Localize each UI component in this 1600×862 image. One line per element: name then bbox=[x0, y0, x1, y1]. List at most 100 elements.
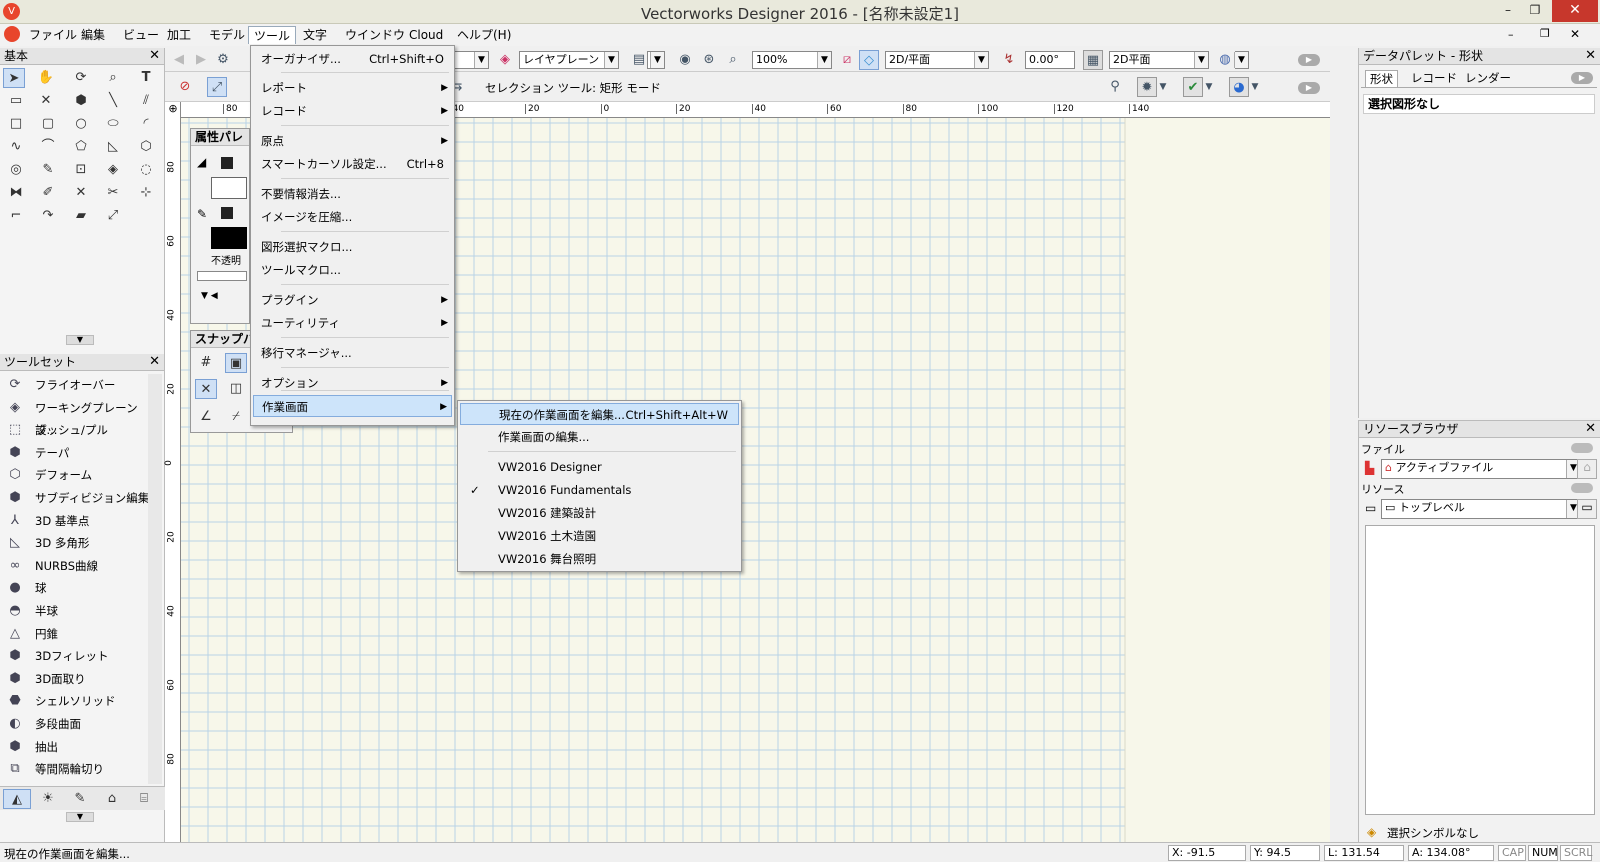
toolset-item[interactable]: ⬡ デフォーム bbox=[2, 464, 150, 486]
toolset-item[interactable]: ⬢ 抽出 bbox=[2, 736, 150, 758]
line-tool-icon[interactable]: ╲ bbox=[102, 91, 124, 111]
trim-tool-icon[interactable]: ✕ bbox=[70, 183, 92, 203]
polygon-tool-icon[interactable]: ⬠ bbox=[70, 137, 92, 157]
toolset-item[interactable]: ⬢ 3Dフィレット bbox=[2, 645, 150, 667]
globe-dropdown-icon[interactable]: ▼ bbox=[1249, 77, 1261, 97]
close-icon[interactable]: ✕ bbox=[1585, 48, 1596, 64]
tools-menu-item[interactable]: ツールマクロ... bbox=[253, 259, 452, 281]
workspace-menu-item[interactable]: VW2016 舞台照明 bbox=[460, 548, 739, 570]
workspace-menu-item[interactable]: VW2016 建築設計 bbox=[460, 502, 739, 524]
folder-up-button[interactable]: ▭ bbox=[1577, 499, 1597, 519]
render-combo[interactable]: 2D平面 ▼ bbox=[1109, 51, 1209, 69]
toolset-item[interactable]: ⟳ フライオーバー bbox=[2, 374, 150, 396]
flyover-tool-icon[interactable]: ⟳ bbox=[70, 68, 92, 88]
tools-menu-item[interactable]: 移行マネージャ... bbox=[253, 342, 452, 364]
data-palette-menu-button[interactable]: ▶ bbox=[1571, 72, 1593, 84]
snap-tangent-icon[interactable]: ⌿ bbox=[225, 407, 247, 427]
toolset-item[interactable]: ⬢ テーパ bbox=[2, 442, 150, 464]
menu-window[interactable]: ウインドウ bbox=[340, 26, 410, 44]
eraser-tool-icon[interactable]: ▰ bbox=[70, 206, 92, 226]
toolset-item[interactable]: ⅄ 3D 基準点 bbox=[2, 510, 150, 532]
working-plane-icon[interactable]: ◈ bbox=[495, 50, 515, 70]
minimize-button[interactable]: – bbox=[1495, 1, 1521, 21]
globe-icon[interactable]: ◕ bbox=[1229, 77, 1249, 97]
hexagon-tool-icon[interactable]: ⬡ bbox=[135, 137, 157, 157]
close-button[interactable]: ✕ bbox=[1552, 0, 1598, 22]
callout-tool-icon[interactable]: ▭ bbox=[5, 91, 27, 111]
attribute-tool-icon[interactable]: ◈ bbox=[102, 160, 124, 180]
projection-icon[interactable]: ◍ bbox=[1215, 50, 1235, 70]
menu-cloud[interactable]: Cloud bbox=[404, 26, 448, 44]
circle-tool-icon[interactable]: ○ bbox=[70, 114, 92, 134]
layer-plane-combo[interactable]: レイヤプレーン ▼ bbox=[519, 51, 619, 69]
snap-intersection-icon[interactable]: ✕ bbox=[195, 379, 217, 399]
resource-list[interactable] bbox=[1365, 525, 1595, 815]
workspace-menu-item[interactable]: 現在の作業画面を編集... Ctrl+Shift+Alt+W bbox=[460, 403, 739, 425]
home-button[interactable]: ⌂ bbox=[1577, 459, 1597, 479]
magic-wand-icon[interactable]: ⚲ bbox=[1105, 77, 1125, 97]
workspace-menu-item[interactable]: 作業画面の編集... bbox=[460, 426, 739, 448]
tools-menu-item[interactable]: イメージを圧縮... bbox=[253, 206, 452, 228]
close-icon[interactable]: ✕ bbox=[1585, 421, 1596, 437]
menu-help[interactable]: ヘルプ(H) bbox=[452, 26, 516, 44]
tab-render[interactable]: レンダー bbox=[1465, 70, 1511, 86]
selection-tool-icon[interactable]: ➤ bbox=[3, 68, 25, 88]
toolset-scrollbar[interactable] bbox=[148, 374, 162, 784]
settings-gear-icon[interactable]: ✹ bbox=[1137, 77, 1157, 97]
expand-palette-button[interactable]: ▼ bbox=[66, 335, 94, 345]
menu-tools[interactable]: ツール bbox=[248, 26, 297, 44]
tools-menu-item[interactable]: 図形選択マクロ... bbox=[253, 236, 452, 258]
building-shell-toolset-icon[interactable]: ⌂ bbox=[98, 789, 126, 809]
tools-menu-item[interactable]: 不要情報消去... bbox=[253, 183, 452, 205]
render-mode-icon[interactable]: ▦ bbox=[1083, 50, 1103, 70]
doc-close-button[interactable]: ✕ bbox=[1570, 27, 1580, 41]
layer-icon[interactable]: ▤ bbox=[629, 50, 649, 70]
rotate-tool-icon[interactable]: ◌ bbox=[135, 160, 157, 180]
ruler-origin-icon[interactable]: ⊕ bbox=[167, 103, 179, 115]
view-combo[interactable]: 2D/平面 ▼ bbox=[885, 51, 989, 69]
toolset-item[interactable]: ∞ NURBS曲線 bbox=[2, 555, 150, 577]
forward-icon[interactable]: ▶ bbox=[191, 50, 211, 70]
tools-menu-item[interactable]: オーガナイザ... Ctrl+Shift+O bbox=[253, 48, 452, 70]
rectangle-tool-icon[interactable]: □ bbox=[5, 114, 27, 134]
spiral-tool-icon[interactable]: ◎ bbox=[5, 160, 27, 180]
toolset-expand-button[interactable]: ▼ bbox=[66, 812, 94, 822]
crop-tool-icon[interactable]: ⊡ bbox=[70, 160, 92, 180]
fill-color-swatch[interactable] bbox=[221, 157, 233, 169]
pen-color-swatch[interactable] bbox=[221, 207, 233, 219]
workspace-menu-item[interactable]: ✓ VW2016 Fundamentals bbox=[460, 479, 739, 501]
snap-object-icon[interactable]: ▣ bbox=[225, 353, 247, 373]
menu-text[interactable]: 文字 bbox=[298, 26, 332, 44]
close-icon[interactable]: ✕ bbox=[149, 48, 160, 64]
tools-menu-item[interactable]: プラグイン ▶ bbox=[253, 289, 452, 311]
check-dropdown-icon[interactable]: ▼ bbox=[1203, 77, 1215, 97]
saved-views-icon[interactable]: ⚙ bbox=[213, 50, 233, 70]
zoom-fit-icon[interactable]: ⊛ bbox=[699, 50, 719, 70]
mirror-tool-icon[interactable]: ⧓ bbox=[5, 183, 27, 203]
file-toggle-button[interactable] bbox=[1571, 443, 1593, 453]
toolset-item[interactable]: ⬣ シェルソリッド bbox=[2, 690, 150, 712]
resource-combo[interactable]: ▭ トップレベル ▼ bbox=[1381, 499, 1581, 519]
line-thickness-field[interactable] bbox=[197, 271, 247, 281]
fill-pattern-swatch[interactable] bbox=[211, 177, 247, 199]
menu-model[interactable]: モデル bbox=[204, 26, 250, 44]
menu-file[interactable]: ファイル bbox=[24, 26, 82, 44]
magnify-icon[interactable]: ⌕ bbox=[723, 50, 743, 70]
snap-angle-icon[interactable]: ∠ bbox=[195, 407, 217, 427]
freehand-tool-icon[interactable]: ∿ bbox=[5, 137, 27, 157]
arc-tool-icon[interactable]: ◜ bbox=[135, 114, 157, 134]
settings-dropdown-icon[interactable]: ▼ bbox=[1157, 77, 1169, 97]
tools-menu-item[interactable]: オプション ▶ bbox=[253, 372, 452, 394]
menu-modify[interactable]: 加工 bbox=[162, 26, 196, 44]
workspace-menu-item[interactable]: VW2016 土木造園 bbox=[460, 525, 739, 547]
snap-distance-icon[interactable]: ◫ bbox=[225, 379, 247, 399]
3d-modeling-toolset-icon[interactable]: ◭ bbox=[3, 789, 31, 809]
dims-notes-toolset-icon[interactable]: ✎ bbox=[66, 789, 94, 809]
split-tool-icon[interactable]: ✐ bbox=[37, 183, 59, 203]
disable-interactive-scaling-icon[interactable]: ⊘ bbox=[175, 77, 195, 97]
menu-edit[interactable]: 編集 bbox=[76, 26, 110, 44]
pen-pattern-swatch[interactable] bbox=[211, 227, 247, 249]
double-line-tool-icon[interactable]: ⫽ bbox=[135, 91, 157, 111]
menu-view[interactable]: ビュー bbox=[118, 26, 164, 44]
toolset-item[interactable]: ◺ 3D 多角形 bbox=[2, 532, 150, 554]
